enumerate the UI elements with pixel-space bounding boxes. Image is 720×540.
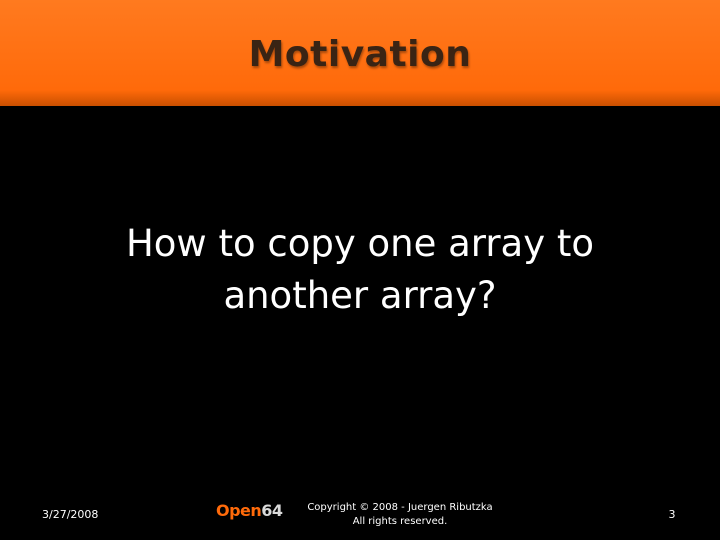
body-line-1: How to copy one array to [125,222,595,265]
logo-open-text: Open [216,501,262,520]
title-bar: Motivation [0,0,720,106]
footer-copyright: Copyright © 2008 - Juergen Ributzka All … [290,501,510,529]
body-line-2: another array? [223,274,497,317]
page-number: 3 [668,508,676,521]
slide-body: How to copy one array to another array? [60,218,660,322]
slide: Motivation How to copy one array to anot… [0,0,720,540]
logo-64-text: 64 [261,501,283,520]
copyright-line-1: Copyright © 2008 - Juergen Ributzka [307,502,493,513]
copyright-line-2: All rights reserved. [352,516,448,527]
footer-date: 3/27/2008 [42,508,99,521]
open64-logo: Open64 [216,501,283,520]
slide-title: Motivation [248,34,472,75]
